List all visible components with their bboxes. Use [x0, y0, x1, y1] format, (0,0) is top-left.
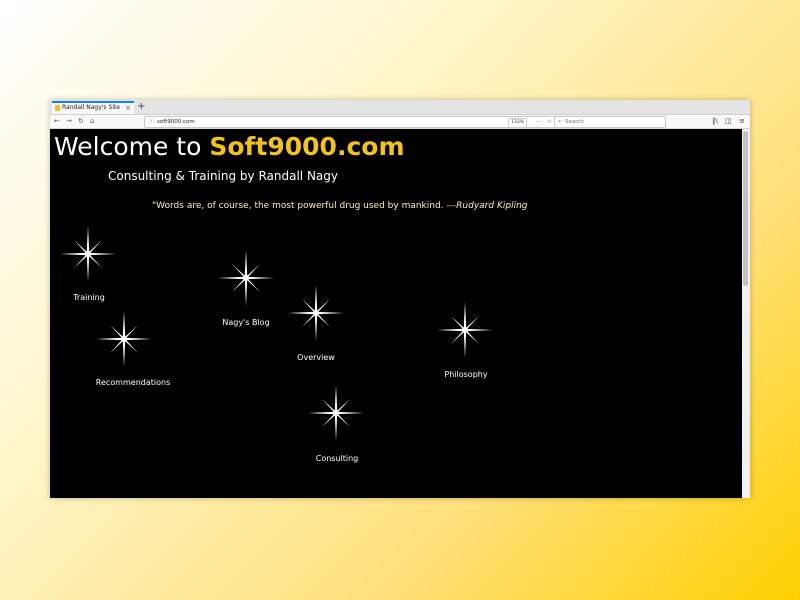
- home-icon[interactable]: ⌂: [90, 115, 94, 128]
- address-bar[interactable]: ⓘ soft9000.com 133% ··· ☆: [144, 116, 558, 128]
- brand-name: Soft9000.com: [209, 132, 405, 161]
- sparkle-icon: [60, 226, 116, 286]
- sparkle-icon: [308, 385, 364, 445]
- page-subtitle: Consulting & Training by Randall Nagy: [108, 169, 338, 183]
- page-content: Welcome to Soft9000.com Consulting & Tra…: [50, 129, 742, 498]
- scrollbar-thumb[interactable]: [743, 131, 748, 286]
- reload-icon[interactable]: ↻: [78, 115, 84, 128]
- menu-icon[interactable]: ≡: [739, 115, 745, 128]
- back-icon[interactable]: ←: [54, 115, 60, 128]
- consulting-label[interactable]: Consulting: [316, 454, 359, 463]
- close-tab-icon[interactable]: ×: [125, 103, 131, 113]
- search-icon: ⌕: [558, 119, 562, 125]
- search-box[interactable]: ⌕: [554, 116, 666, 128]
- new-tab-icon[interactable]: +: [137, 100, 145, 113]
- url-text[interactable]: soft9000.com: [157, 117, 195, 127]
- blog-label[interactable]: Nagy's Blog: [222, 318, 269, 327]
- tab-randall-nagy-site[interactable]: Randall Nagy's Site ×: [52, 101, 134, 114]
- zoom-level-button[interactable]: 133%: [508, 118, 527, 128]
- vertical-scrollbar[interactable]: [742, 129, 750, 498]
- navigation-toolbar: ← → ↻ ⌂ ⓘ soft9000.com 133% ··· ☆ ⌕ ‖\ ◫…: [50, 115, 750, 129]
- tab-title: Randall Nagy's Site: [62, 104, 120, 111]
- search-input[interactable]: [565, 117, 660, 127]
- library-icon[interactable]: ‖\: [712, 115, 718, 128]
- welcome-text: Welcome to: [54, 132, 210, 161]
- sparkle-icon: [288, 285, 344, 345]
- sparkle-icon: [437, 302, 493, 362]
- sidebar-icon[interactable]: ◫: [725, 115, 732, 128]
- browser-window: Randall Nagy's Site × + ← → ↻ ⌂ ⓘ soft90…: [50, 100, 750, 498]
- sparkle-icon: [96, 311, 152, 371]
- forward-icon[interactable]: →: [66, 115, 72, 128]
- overview-label[interactable]: Overview: [297, 353, 335, 362]
- quote: "Words are, of course, the most powerful…: [152, 201, 527, 211]
- page-actions-icon[interactable]: ···: [536, 117, 541, 127]
- sparkle-icon: [218, 250, 274, 310]
- favicon-icon: [55, 105, 60, 111]
- recommendations-label[interactable]: Recommendations: [96, 378, 170, 387]
- quote-author: ---Rudyard Kipling: [446, 201, 528, 211]
- quote-text: "Words are, of course, the most powerful…: [152, 201, 447, 211]
- philosophy-label[interactable]: Philosophy: [444, 370, 487, 379]
- page-title: Welcome to Soft9000.com: [54, 131, 405, 163]
- tab-bar: Randall Nagy's Site × +: [50, 100, 750, 115]
- bookmark-star-icon[interactable]: ☆: [547, 117, 552, 127]
- training-label[interactable]: Training: [73, 293, 105, 302]
- site-info-icon[interactable]: ⓘ: [149, 117, 155, 127]
